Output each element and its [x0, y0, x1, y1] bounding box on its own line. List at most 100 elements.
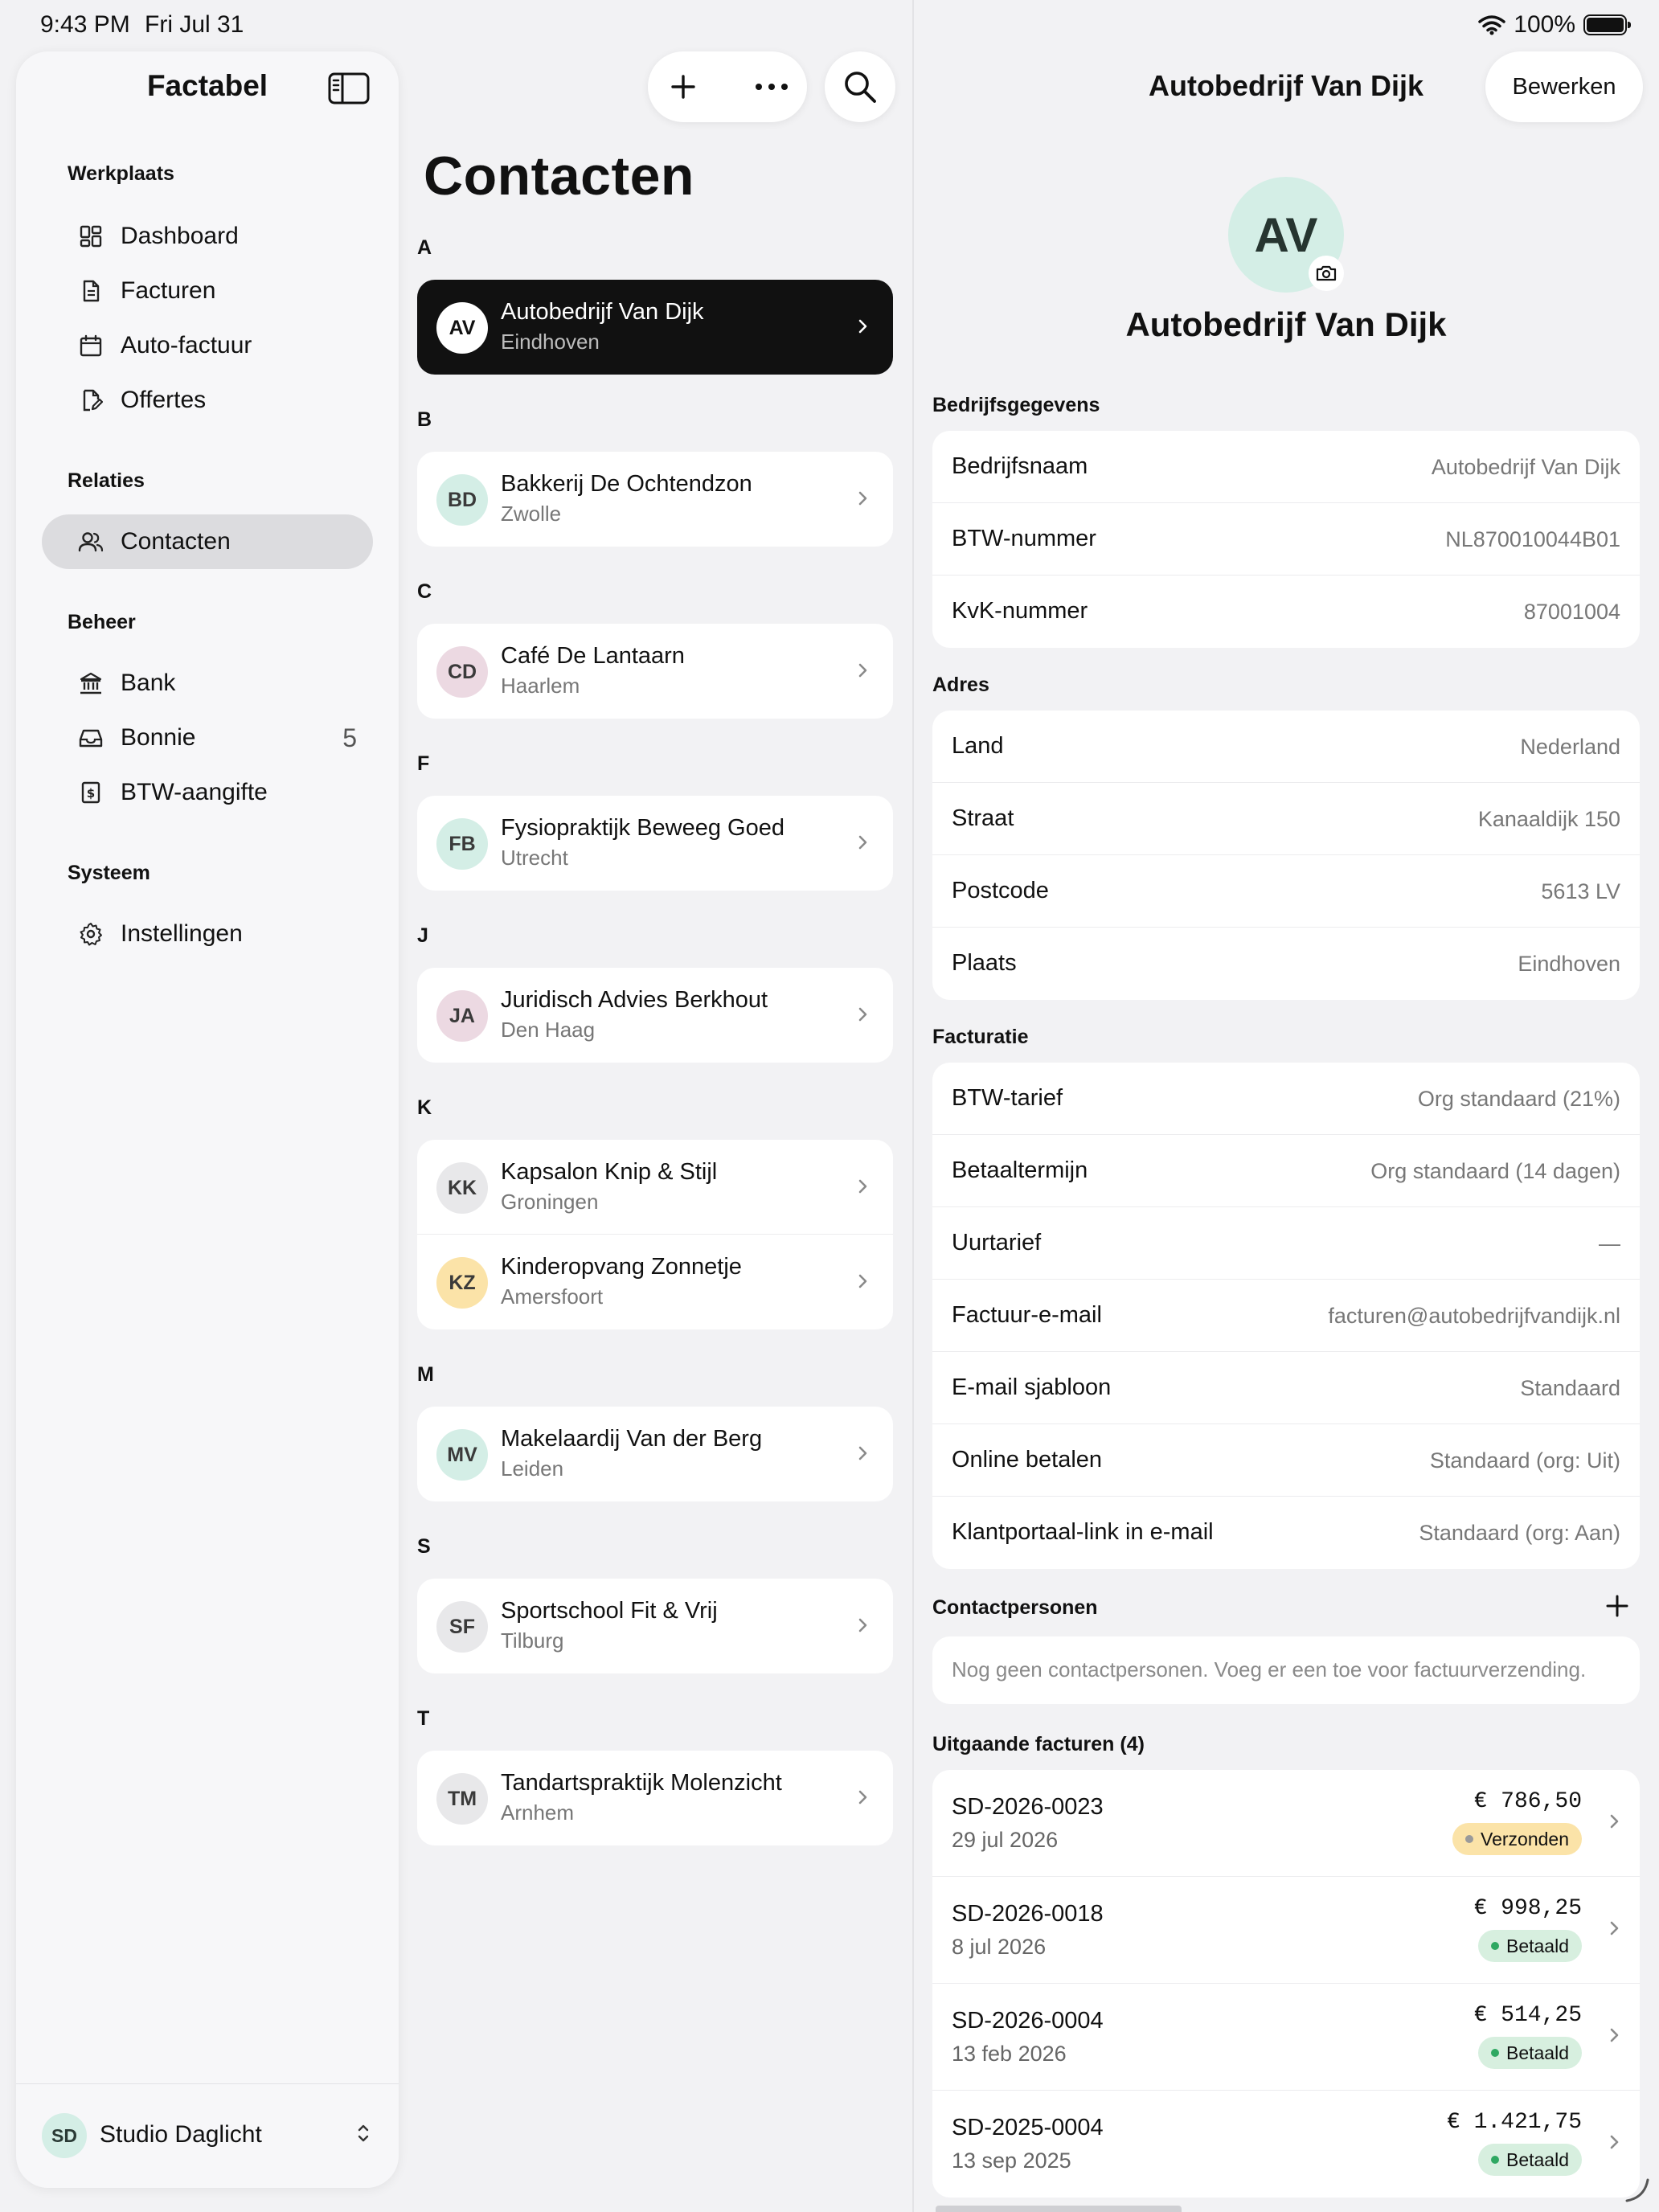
- contact-card: SF Sportschool Fit & Vrij Tilburg: [417, 1579, 893, 1673]
- edit-button[interactable]: Bewerken: [1485, 51, 1643, 122]
- chevron-right-icon: [858, 491, 867, 506]
- avatar: TM: [436, 1773, 488, 1825]
- change-photo-button[interactable]: [1309, 256, 1344, 291]
- chevron-right-icon: [858, 835, 867, 850]
- field-label: BTW-tarief: [952, 1085, 1063, 1111]
- sidebar-item-auto-factuur[interactable]: Auto-factuur: [42, 318, 373, 373]
- contact-card: MV Makelaardij Van der Berg Leiden: [417, 1407, 893, 1501]
- section-heading-address: Adres: [932, 674, 989, 696]
- field-row[interactable]: Online betalen Standaard (org: Uit): [932, 1424, 1640, 1497]
- field-row[interactable]: Factuur-e-mail facturen@autobedrijfvandij…: [932, 1280, 1640, 1352]
- add-contact-button[interactable]: [666, 69, 701, 104]
- search-button[interactable]: [825, 51, 895, 122]
- field-row[interactable]: KvK-nummer 87001004: [932, 576, 1640, 648]
- more-options-button[interactable]: [754, 69, 789, 104]
- field-label: Uurtarief: [952, 1230, 1042, 1256]
- avatar: AV: [436, 302, 488, 354]
- sidebar-item-btw-aangifte[interactable]: $ BTW-aangifte: [42, 765, 373, 820]
- chevron-right-icon: [858, 663, 867, 678]
- field-label: E-mail sjabloon: [952, 1374, 1112, 1400]
- field-row[interactable]: Klantportaal-link in e-mail Standaard (or…: [932, 1497, 1640, 1569]
- section-letter: B: [417, 408, 432, 431]
- contact-row-kinderopvang-zonnetje[interactable]: KZ Kinderopvang Zonnetje Amersfoort: [417, 1235, 893, 1329]
- contact-row-kapsalon-knip-stijl[interactable]: KK Kapsalon Knip & Stijl Groningen: [417, 1140, 893, 1235]
- avatar: KZ: [436, 1257, 488, 1309]
- sidebar-item-bonnie[interactable]: Bonnie 5: [42, 711, 373, 765]
- field-row[interactable]: Betaaltermijn Org standaard (14 dagen): [932, 1135, 1640, 1207]
- field-row[interactable]: BTW-tarief Org standaard (21%): [932, 1063, 1640, 1135]
- contact-row-sportschool-fit-vrij[interactable]: SF Sportschool Fit & Vrij Tilburg: [417, 1579, 893, 1673]
- contact-row-cafe-de-lantaarn[interactable]: CD Café De Lantaarn Haarlem: [417, 624, 893, 719]
- contact-name: Tandartspraktijk Molenzicht: [501, 1770, 782, 1796]
- sidebar-section-systeem: Systeem: [68, 862, 150, 884]
- battery-icon: [1583, 14, 1631, 35]
- svg-text:$: $: [87, 786, 95, 801]
- contact-row-bakkerij-de-ochtendzon[interactable]: BD Bakkerij De Ochtendzon Zwolle: [417, 452, 893, 547]
- sidebar-item-count: 5: [342, 723, 357, 752]
- invoice-row[interactable]: SD-2026-0004 13 feb 2026 € 514,25 Betaal…: [932, 1984, 1640, 2091]
- contact-city: Groningen: [501, 1190, 599, 1214]
- field-label: Betaaltermijn: [952, 1157, 1088, 1183]
- field-row[interactable]: BTW-nummer NL870010044B01: [932, 503, 1640, 576]
- field-value: Standaard (org: Aan): [1419, 1521, 1620, 1545]
- section-heading-contact-persons: Contactpersonen: [932, 1596, 1098, 1619]
- sidebar-item-facturen[interactable]: Facturen: [42, 264, 373, 318]
- field-row[interactable]: Plaats Eindhoven: [932, 928, 1640, 1000]
- status-time: 9:43 PM: [40, 11, 130, 38]
- battery-percent: 100%: [1514, 11, 1575, 38]
- bank-icon: [77, 670, 104, 697]
- field-row[interactable]: Postcode 5613 LV: [932, 855, 1640, 928]
- invoice-row[interactable]: SD-2025-0004 13 sep 2025 € 1.421,75 Beta…: [932, 2091, 1640, 2198]
- field-row[interactable]: Uurtarief —: [932, 1207, 1640, 1280]
- sidebar-toggle-button[interactable]: [328, 72, 370, 104]
- field-row[interactable]: E-mail sjabloon Standaard: [932, 1352, 1640, 1424]
- contact-row-makelaardij-van-der-berg[interactable]: MV Makelaardij Van der Berg Leiden: [417, 1407, 893, 1501]
- field-value: facturen@autobedrijfvandijk.nl: [1328, 1304, 1620, 1328]
- invoice-date: 29 jul 2026: [952, 1828, 1059, 1852]
- status-text: Verzonden: [1481, 1828, 1569, 1849]
- field-label: Factuur-e-mail: [952, 1302, 1102, 1328]
- chevron-right-icon: [1610, 2028, 1619, 2042]
- section-heading-billing: Facturatie: [932, 1026, 1029, 1048]
- sidebar-item-dashboard[interactable]: Dashboard: [42, 209, 373, 264]
- chevron-up-down-icon: [358, 2124, 369, 2142]
- account-switcher[interactable]: SD Studio Daglicht: [16, 2083, 399, 2188]
- contact-city: Utrecht: [501, 846, 568, 870]
- contact-city: Zwolle: [501, 502, 562, 526]
- invoice-row[interactable]: SD-2026-0018 8 jul 2026 € 998,25 Betaald: [932, 1877, 1640, 1984]
- sidebar-item-instellingen[interactable]: Instellingen: [42, 907, 373, 961]
- sidebar-item-offertes[interactable]: Offertes: [42, 373, 373, 428]
- sidebar-item-contacten[interactable]: Contacten: [42, 514, 373, 569]
- field-value: Eindhoven: [1518, 952, 1620, 976]
- sidebar-item-label: Bank: [121, 670, 176, 696]
- invoice-row[interactable]: SD-2026-0023 29 jul 2026 € 786,50 Verzon…: [932, 1770, 1640, 1877]
- contact-row-juridisch-advies-berkhout[interactable]: JA Juridisch Advies Berkhout Den Haag: [417, 968, 893, 1063]
- contact-row-tandartspraktijk-molenzicht[interactable]: TM Tandartspraktijk Molenzicht Arnhem: [417, 1751, 893, 1845]
- field-row[interactable]: Bedrijfsnaam Autobedrijf Van Dijk: [932, 431, 1640, 503]
- chevron-right-icon: [1610, 1814, 1619, 1829]
- status-right: 100%: [1478, 11, 1631, 39]
- camera-icon: [1316, 265, 1337, 281]
- status-date: Fri Jul 31: [145, 11, 244, 38]
- add-contact-person-button[interactable]: [1606, 1595, 1628, 1617]
- toolbar-actions: [648, 51, 807, 122]
- field-label: KvK-nummer: [952, 598, 1088, 624]
- avatar: SF: [436, 1601, 488, 1653]
- sidebar-item-bank[interactable]: Bank: [42, 656, 373, 711]
- status-badge: Betaald: [1477, 1930, 1582, 1962]
- contact-name: Café De Lantaarn: [501, 643, 685, 669]
- resize-grip-icon[interactable]: [1624, 2177, 1651, 2204]
- contact-row-fysiopraktijk-beweeg-goed[interactable]: FB Fysiopraktijk Beweeg Goed Utrecht: [417, 796, 893, 891]
- contact-card: FB Fysiopraktijk Beweeg Goed Utrecht: [417, 796, 893, 891]
- invoice-number: SD-2026-0018: [952, 1901, 1104, 1927]
- field-value: 87001004: [1523, 600, 1620, 624]
- field-row[interactable]: Land Nederland: [932, 711, 1640, 783]
- contact-row-autobedrijf-van-dijk[interactable]: AV Autobedrijf Van Dijk Eindhoven: [417, 280, 893, 375]
- field-label: Bedrijfsnaam: [952, 453, 1088, 479]
- sidebar-item-label: Contacten: [121, 528, 231, 555]
- calendar-icon: [77, 332, 104, 359]
- avatar: MV: [436, 1429, 488, 1481]
- account-name: Studio Daglicht: [100, 2121, 262, 2148]
- field-row[interactable]: Straat Kanaaldijk 150: [932, 783, 1640, 855]
- avatar: KK: [436, 1162, 488, 1214]
